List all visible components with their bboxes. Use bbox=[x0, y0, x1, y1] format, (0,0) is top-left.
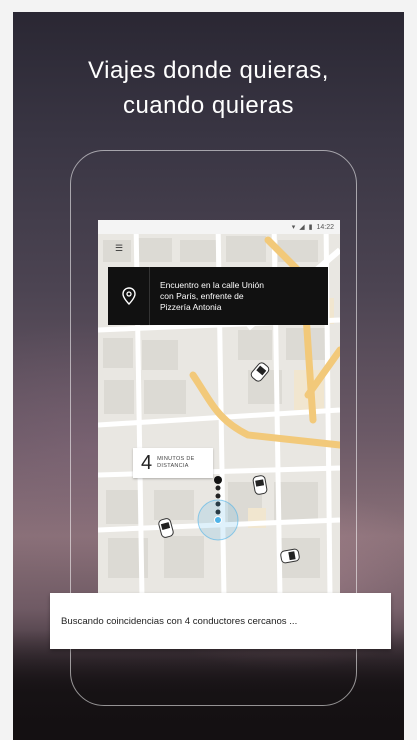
eta-unit-line-1: MINUTOS DE bbox=[157, 456, 195, 462]
wifi-icon: ▾ bbox=[291, 224, 296, 231]
car-icon bbox=[252, 475, 268, 495]
location-pin-icon bbox=[108, 267, 150, 325]
signal-icon: ◢ bbox=[299, 224, 305, 231]
eta-minutes: 4 bbox=[141, 451, 153, 474]
pickup-location-card[interactable]: Encuentro en la calle Unión con París, e… bbox=[108, 267, 328, 325]
battery-icon: ▮ bbox=[308, 224, 313, 231]
app-screen: ▾ ◢ ▮ 14:22 ☰ Encuentro en la calle Unió… bbox=[98, 220, 340, 598]
eta-badge: 4 MINUTOS DE DISTANCIA bbox=[133, 448, 213, 478]
searching-drivers-banner: Buscando coincidencias con 4 conductores… bbox=[50, 593, 391, 649]
menu-icon[interactable]: ☰ bbox=[115, 244, 125, 253]
pickup-address-line-2: con París, enfrente de bbox=[160, 290, 244, 301]
pickup-address-line-1: Encuentro en la calle Unión bbox=[160, 279, 264, 290]
eta-unit-line-2: DISTANCIA bbox=[157, 463, 189, 469]
pickup-address-line-3: Pizzería Antonia bbox=[160, 301, 222, 312]
headline-line-2: cuando quieras bbox=[122, 92, 295, 119]
searching-status-text: Buscando coincidencias con 4 conductores… bbox=[61, 615, 298, 627]
status-bar: ▾ ◢ ▮ 14:22 bbox=[98, 220, 340, 234]
headline-line-1: Viajes donde quieras, bbox=[88, 57, 329, 84]
status-time: 14:22 bbox=[316, 223, 334, 231]
current-location-dot bbox=[214, 516, 222, 524]
car-icon bbox=[280, 548, 300, 564]
